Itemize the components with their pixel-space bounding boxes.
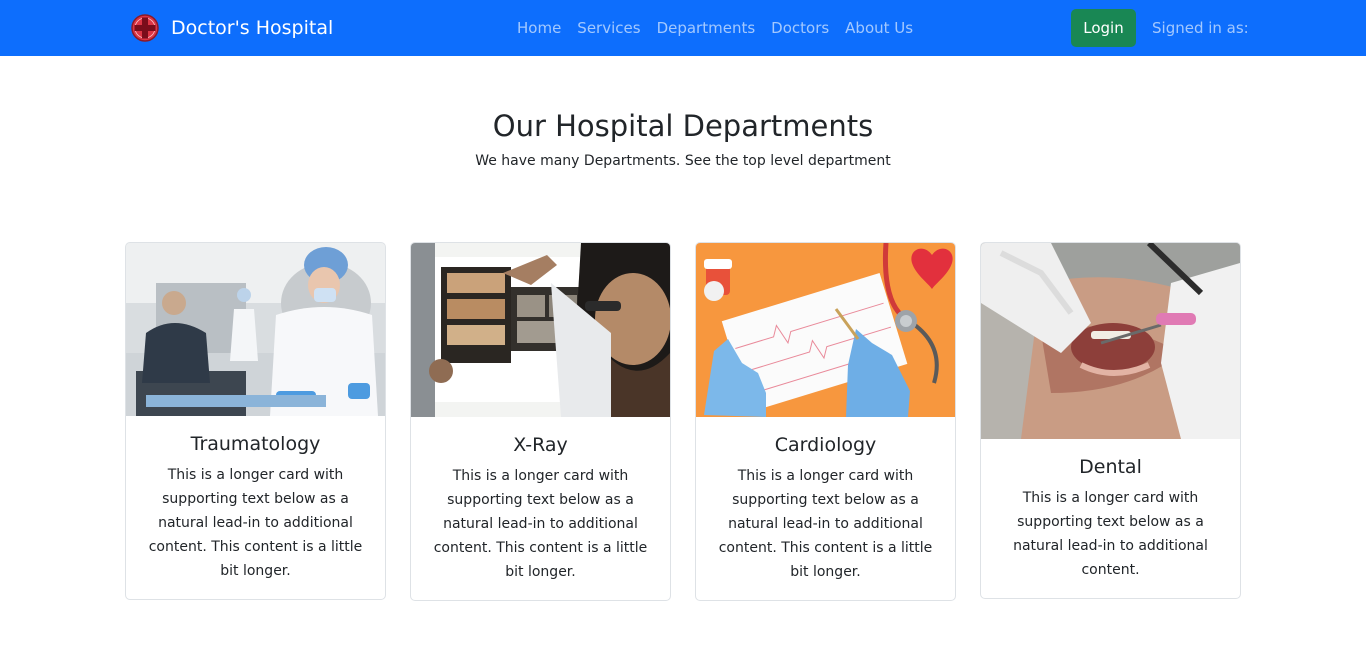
page-subtitle: We have many Departments. See the top le… <box>475 153 891 169</box>
card-title: Cardiology <box>774 434 877 456</box>
nav-link-departments[interactable]: Departments <box>649 19 764 37</box>
signed-in-label: Signed in as: <box>1152 19 1249 37</box>
card-title: Dental <box>1079 456 1142 478</box>
doctor-xray-photo <box>411 243 670 417</box>
navbar: Doctor's Hospital Home Services Departme… <box>0 0 1366 56</box>
nav-links: Home Services Departments Doctors About … <box>509 0 921 56</box>
brand-link[interactable]: Doctor's Hospital <box>130 12 333 44</box>
department-card-cardiology: Cardiology This is a longer card with su… <box>695 242 956 601</box>
department-card-traumatology: Traumatology This is a longer card with … <box>125 242 386 600</box>
ecg-stethoscope-photo <box>696 243 955 417</box>
nav-link-doctors[interactable]: Doctors <box>763 19 837 37</box>
department-card-dental: Dental This is a longer card with suppor… <box>980 242 1241 599</box>
page-title: Our Hospital Departments <box>492 109 874 143</box>
nav-link-services[interactable]: Services <box>569 19 648 37</box>
medical-cross-icon <box>131 14 159 42</box>
brand-name: Doctor's Hospital <box>171 16 334 39</box>
card-text: This is a longer card with supporting te… <box>1013 490 1208 578</box>
card-body: Cardiology This is a longer card with su… <box>696 417 955 584</box>
card-body: Traumatology This is a longer card with … <box>126 416 385 583</box>
department-card-x-ray: X-Ray This is a longer card with support… <box>410 242 671 601</box>
card-text: This is a longer card with supporting te… <box>718 468 933 580</box>
card-text: This is a longer card with supporting te… <box>148 467 363 579</box>
card-body: Dental This is a longer card with suppor… <box>981 439 1240 582</box>
login-button[interactable]: Login <box>1071 9 1136 47</box>
lab-workers-photo <box>126 243 385 416</box>
card-title: X-Ray <box>513 434 568 456</box>
card-title: Traumatology <box>190 433 321 455</box>
card-text: This is a longer card with supporting te… <box>433 468 648 580</box>
nav-link-about-us[interactable]: About Us <box>837 19 921 37</box>
card-body: X-Ray This is a longer card with support… <box>411 417 670 584</box>
nav-link-home[interactable]: Home <box>509 19 569 37</box>
dental-exam-photo <box>981 243 1240 439</box>
